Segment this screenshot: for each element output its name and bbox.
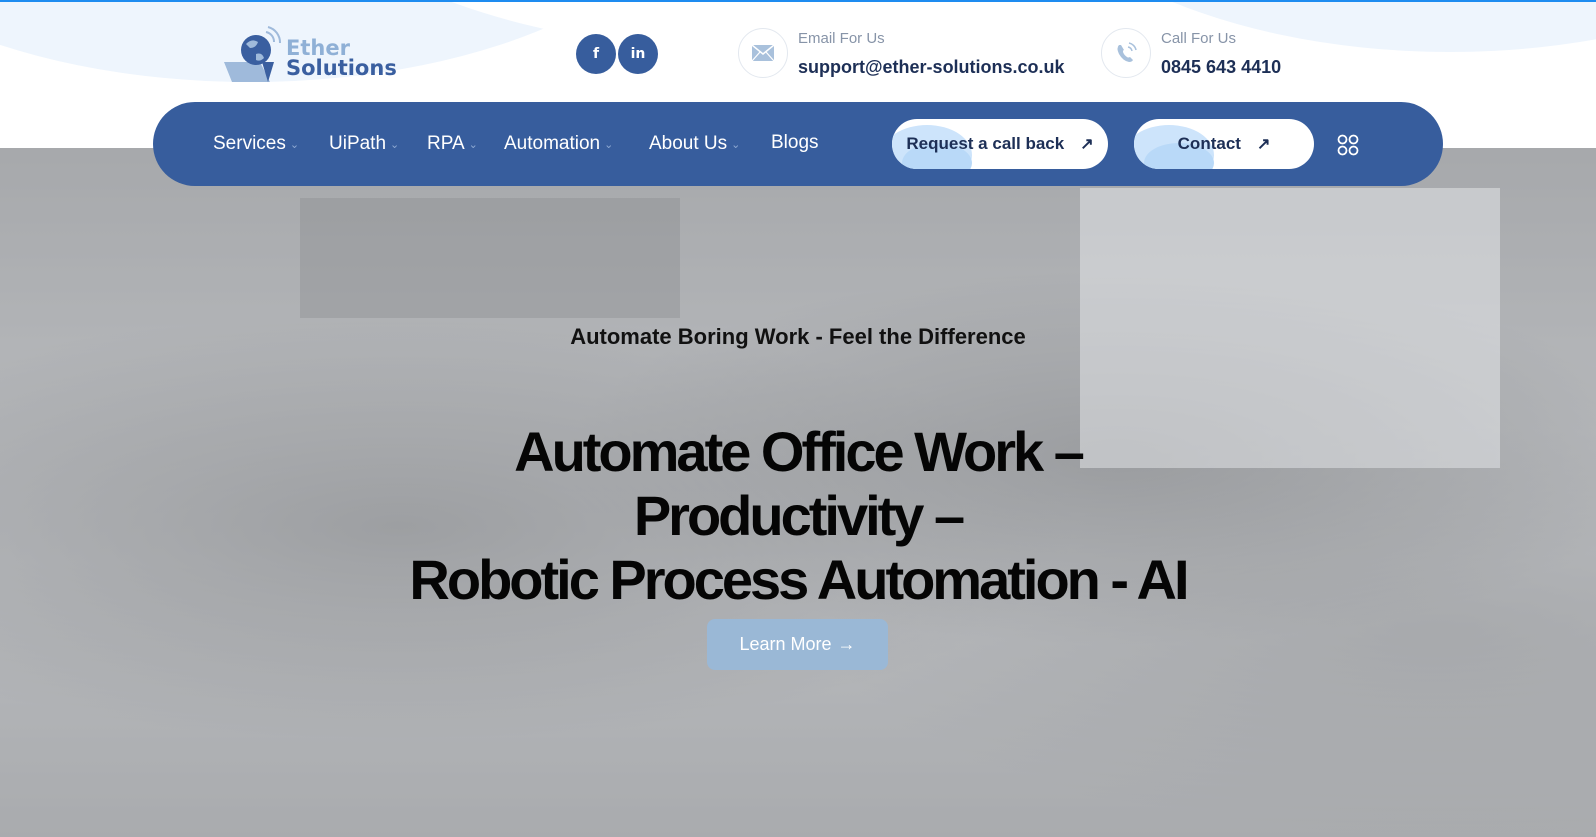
phone-contact: Call For Us 0845 643 4410 xyxy=(1101,28,1281,78)
linkedin-link[interactable]: in xyxy=(618,34,658,74)
logo-text-line1: Ether xyxy=(286,36,350,60)
arrow-up-right-icon: ↗ xyxy=(1080,136,1094,153)
linkedin-icon: in xyxy=(630,46,646,62)
hero-section: Automate Boring Work - Feel the Differen… xyxy=(0,148,1596,837)
phone-link[interactable]: 0845 643 4410 xyxy=(1161,56,1281,78)
nav-item-rpa[interactable]: RPA ⌄ xyxy=(427,130,478,158)
chevron-down-icon: ⌄ xyxy=(468,139,478,151)
nav-item-automation[interactable]: Automation ⌄ xyxy=(504,130,613,158)
globe-laptop-icon xyxy=(224,26,282,82)
nav-item-blogs[interactable]: Blogs xyxy=(771,130,819,156)
hero-subtitle: Automate Boring Work - Feel the Differen… xyxy=(570,324,1026,349)
arrow-up-right-icon: ↗ xyxy=(1256,136,1271,153)
header-wave-decoration xyxy=(1000,2,1596,52)
phone-icon xyxy=(1101,28,1151,78)
main-navigation: Services ⌄ UiPath ⌄ RPA ⌄ Automation ⌄ About… xyxy=(153,102,1443,186)
email-link[interactable]: support@ether-solutions.co.uk xyxy=(798,56,1065,78)
nav-item-about-us[interactable]: About Us ⌄ xyxy=(649,130,740,158)
site-logo[interactable]: Ether Solutions xyxy=(222,26,397,84)
nav-item-uipath[interactable]: UiPath ⌄ xyxy=(329,130,399,158)
nav-item-services[interactable]: Services ⌄ xyxy=(213,130,299,158)
hero-title-line: Robotic Process Automation - AI xyxy=(409,548,1189,611)
chevron-down-icon: ⌄ xyxy=(731,139,741,151)
facebook-icon: f xyxy=(592,46,600,62)
hero-title-line: Automate Office Work – xyxy=(514,420,1085,483)
arrow-right-icon: → xyxy=(837,634,856,654)
hero-title-line: Productivity – xyxy=(633,484,965,547)
envelope-icon xyxy=(738,28,788,78)
chevron-down-icon: ⌄ xyxy=(390,139,400,151)
chevron-down-icon: ⌄ xyxy=(289,139,300,151)
logo-text-line2: Solutions xyxy=(286,56,397,80)
request-callback-button[interactable]: Request a call back ↗ xyxy=(892,119,1108,169)
hero-title: Automate Office Work – Productivity – Ro… xyxy=(0,420,1596,612)
learn-more-label: Learn More xyxy=(739,634,832,654)
chevron-down-icon: ⌄ xyxy=(604,139,614,151)
email-label: Email For Us xyxy=(798,29,885,47)
email-contact: Email For Us support@ether-solutions.co.… xyxy=(738,28,1065,78)
phone-label: Call For Us xyxy=(1161,29,1237,47)
grid-menu-icon[interactable] xyxy=(1337,134,1359,156)
contact-button[interactable]: Contact ↗ xyxy=(1134,119,1314,169)
learn-more-button[interactable]: Learn More → xyxy=(707,619,888,670)
facebook-link[interactable]: f xyxy=(576,34,616,74)
